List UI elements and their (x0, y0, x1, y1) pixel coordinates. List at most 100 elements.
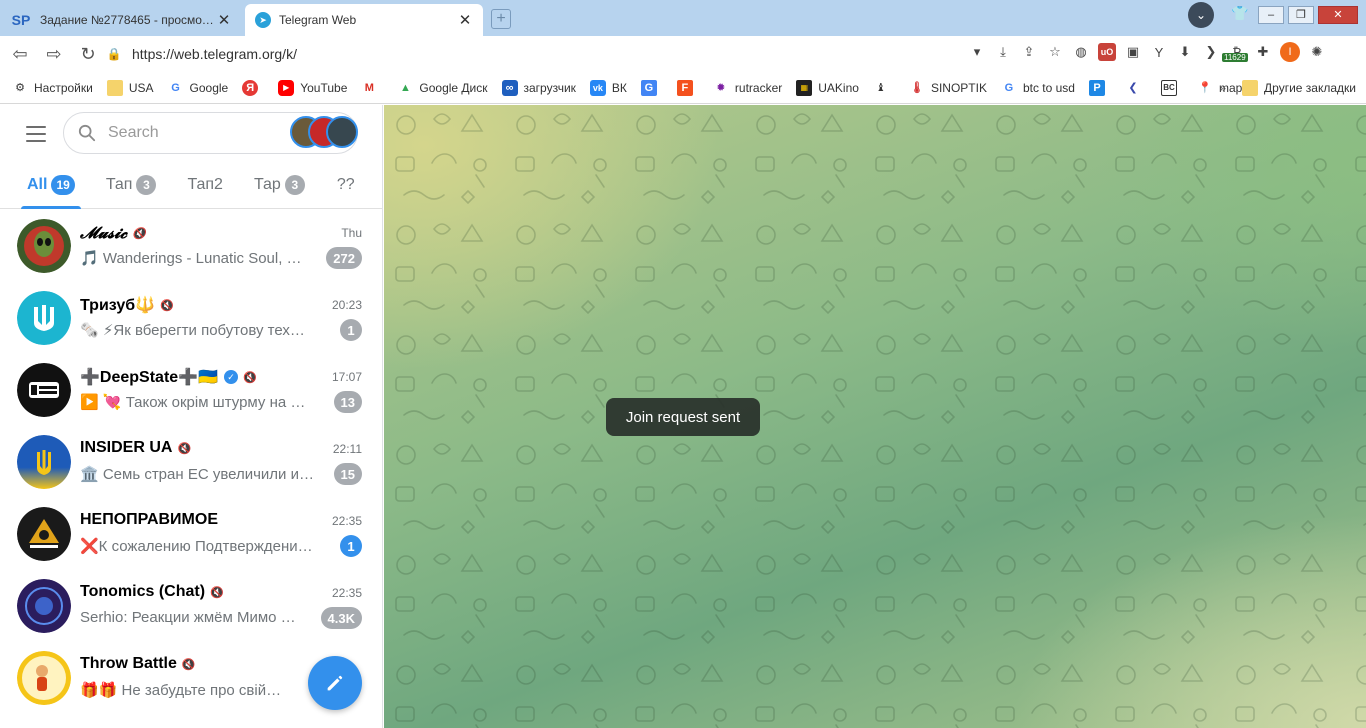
chat-item-nepopravimoe[interactable]: НЕПОПРАВИМОЕ 22:35 ❌К сожалению Подтверж… (0, 498, 382, 570)
bookmark-vk[interactable]: vk ВК (589, 79, 627, 96)
chat-title: ➕DeepState➕🇺🇦 ✓ 🔇 (80, 369, 257, 386)
bookmark-f[interactable]: F (676, 79, 699, 96)
theme-icon[interactable]: 👕 (1230, 5, 1250, 25)
globe-icon[interactable]: ◍ (1072, 43, 1090, 61)
address-bar[interactable]: 🔒 https://web.telegram.org/k/ (104, 40, 984, 68)
muted-icon: 🔇 (160, 299, 174, 312)
chat-time: 22:11 (332, 442, 362, 456)
story-avatar[interactable] (326, 116, 358, 148)
chat-time: 20:23 (331, 298, 362, 312)
bookmark-arrow[interactable]: ❮ (1125, 80, 1147, 96)
bookmark-btc-to-usd[interactable]: Gbtc to usd (1001, 80, 1075, 96)
chat-time: 22:35 (331, 514, 362, 528)
folder-unread-count: 3 (284, 174, 305, 195)
bookmark-chess[interactable]: ♝ (873, 80, 895, 96)
briefcase-icon[interactable]: ▣ (1124, 43, 1142, 61)
chat-item-tryzub[interactable]: Тризуб🔱 🔇 20:23 🗞️ ⚡Як вберегти побутову… (0, 282, 382, 354)
tab-title: Задание №2778465 - просмотр з (40, 13, 216, 27)
doodle-pattern (384, 105, 1366, 728)
unread-badge: 4.3K (320, 607, 362, 629)
avatar (17, 363, 71, 417)
tab-tap2[interactable]: Тап2 (187, 161, 223, 209)
ublock-icon[interactable]: uO (1098, 43, 1116, 61)
bookmark-gmail[interactable]: M (361, 80, 383, 96)
chat-list: 𝓜𝓾𝓼𝓲𝓬 🔇 Thu 🎵 Wanderings - Lunatic Soul,… (0, 210, 382, 714)
join-request-toast: Join request sent (606, 398, 760, 436)
bookmark-usa[interactable]: USA (106, 79, 154, 96)
browser-toolbar: ⇦ ⇨ ↻ 🔒 https://web.telegram.org/k/ ▾ ⤓ … (0, 36, 1366, 72)
avatar (17, 651, 71, 705)
bookmark-p[interactable]: P (1088, 79, 1111, 96)
bookmark-settings[interactable]: ⚙ Настройки (12, 80, 93, 96)
bookmark-yandex[interactable]: Я (242, 79, 264, 96)
y-extension-icon[interactable]: Y (1150, 43, 1168, 61)
bookmark-google[interactable]: G Google (168, 80, 228, 96)
bookmark-translate[interactable]: G (640, 79, 663, 96)
youtube-icon: ▶ (278, 79, 295, 96)
chat-item-insider-ua[interactable]: INSIDER UA 🔇 22:11 🏛️ Семь стран ЕС увел… (0, 426, 382, 498)
profile-avatar[interactable]: I (1280, 42, 1300, 62)
stories-avatars[interactable] (290, 116, 358, 150)
chat-last-message: 🎵 Wanderings - Lunatic Soul, … (80, 250, 302, 267)
bookmark-youtube[interactable]: ▶ YouTube (278, 79, 347, 96)
other-bookmarks[interactable]: Другие закладки (1242, 80, 1356, 96)
dropdown-arrow-icon[interactable]: ▾ (968, 43, 986, 61)
install-icon[interactable]: ⤓ (994, 43, 1012, 61)
bookmark-sinoptik[interactable]: 🌡 SINOPTIK (909, 80, 987, 96)
url-text[interactable]: https://web.telegram.org/k/ (132, 46, 297, 62)
unread-badge: 1 (340, 319, 362, 341)
share-icon[interactable]: ⇪ (1020, 43, 1038, 61)
bookmark-star-icon[interactable]: ☆ (1046, 43, 1064, 61)
search-box[interactable] (63, 112, 358, 154)
compose-button[interactable] (308, 656, 362, 710)
extension-icon[interactable]: ✺ (1308, 43, 1326, 61)
loop-icon: ∞ (501, 79, 518, 96)
close-tab-icon[interactable]: ✕ (216, 11, 232, 29)
close-tab-icon[interactable]: ✕ (457, 11, 473, 29)
new-tab-button[interactable]: + (491, 9, 511, 29)
forward-icon[interactable]: ⇨ (40, 40, 68, 68)
chat-time: Thu (341, 226, 362, 240)
chat-item-deepstate[interactable]: ➕DeepState➕🇺🇦 ✓ 🔇 17:07 ▶️ 💘 Також окрім… (0, 354, 382, 426)
bookmark-uakino[interactable]: ▦ UAKino (796, 79, 859, 96)
bookmark-google-drive[interactable]: ▲ Google Диск (397, 80, 488, 96)
chat-last-message: 🗞️ ⚡Як вберегти побутову тех… (80, 322, 305, 339)
tab-title: Telegram Web (279, 13, 357, 27)
bitcoin-extension-icon[interactable]: ₿ 11629 (1222, 43, 1248, 62)
muted-icon: 🔇 (132, 226, 146, 240)
maps-icon: 📍 (1198, 82, 1212, 94)
chat-item-music[interactable]: 𝓜𝓾𝓼𝓲𝓬 🔇 Thu 🎵 Wanderings - Lunatic Soul,… (0, 210, 382, 282)
terminal-icon[interactable]: ❯ (1202, 43, 1220, 61)
bookmark-bc[interactable]: BC (1160, 79, 1183, 96)
close-window-button[interactable]: ✕ (1318, 6, 1358, 24)
bookmarks-more-button[interactable]: » (1219, 81, 1226, 95)
pencil-icon (327, 675, 343, 691)
bookmark-loader[interactable]: ∞ загрузчик (501, 79, 576, 96)
reload-icon[interactable]: ↻ (74, 40, 102, 68)
search-input[interactable] (108, 124, 268, 142)
download-extension-icon[interactable]: ⬇ (1176, 43, 1194, 61)
browser-tab-telegram[interactable]: ➤ Telegram Web ✕ (245, 4, 483, 36)
folder-tabs: All 19 Тап 3 Тап2 Тар 3 ?? (0, 161, 382, 209)
google-icon: G (171, 81, 180, 94)
minimize-button[interactable]: – (1258, 6, 1284, 24)
lock-icon[interactable]: 🔒 (104, 47, 124, 61)
chat-item-tonomics[interactable]: Tonomics (Chat) 🔇 22:35 Serhio: Реакции … (0, 570, 382, 642)
tab-unknown[interactable]: ?? (337, 161, 355, 209)
back-icon[interactable]: ⇦ (6, 40, 34, 68)
muted-icon: 🔇 (181, 658, 196, 671)
hamburger-menu-icon[interactable] (22, 123, 50, 145)
tab-tar[interactable]: Тар 3 (254, 161, 305, 209)
tab-all[interactable]: All 19 (21, 161, 81, 209)
chat-title: НЕПОПРАВИМОЕ (80, 511, 218, 528)
tab-tap[interactable]: Тап 3 (106, 161, 157, 209)
browser-profile-icon[interactable]: ⌄ (1188, 2, 1214, 28)
chat-last-message: Serhio: Реакции жмём Мимо … (80, 609, 296, 626)
avatar (17, 291, 71, 345)
extensions-puzzle-icon[interactable]: ✚ (1254, 43, 1272, 61)
maximize-button[interactable]: ❐ (1288, 6, 1314, 24)
bookmark-rutracker[interactable]: ✹ rutracker (713, 80, 782, 96)
bc-icon: BC (1160, 79, 1177, 96)
search-icon (78, 124, 96, 142)
browser-tab-task[interactable]: SP Задание №2778465 - просмотр з ✕ (0, 4, 242, 36)
